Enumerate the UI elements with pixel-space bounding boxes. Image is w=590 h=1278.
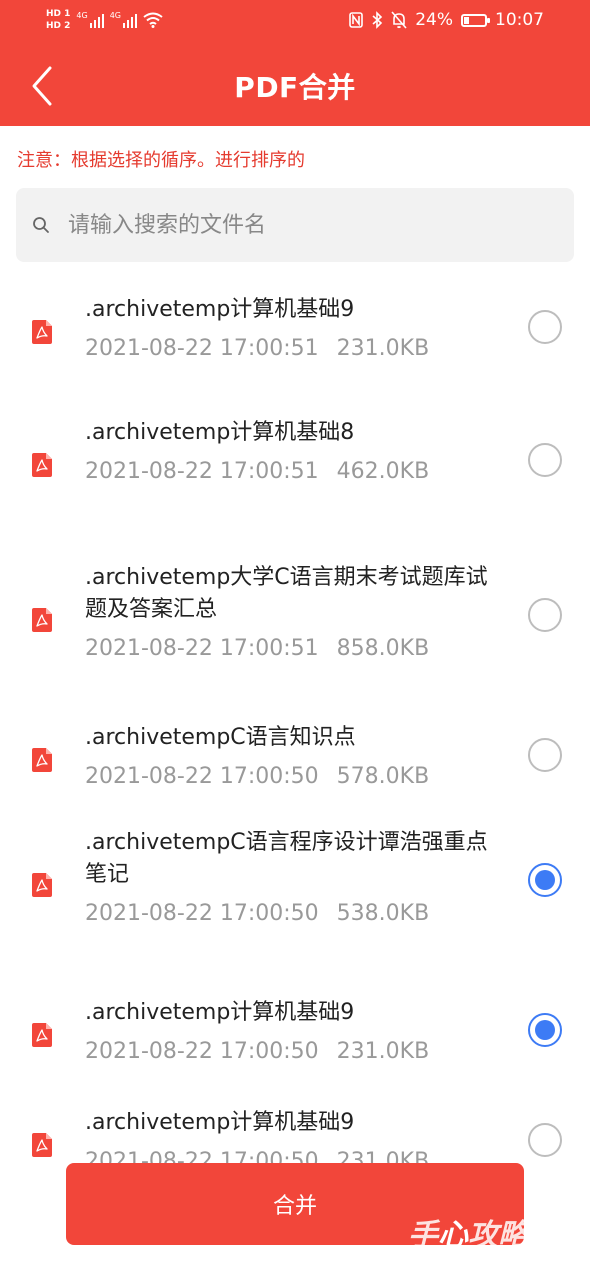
file-date: 2021-08-22 17:00:51 [85, 336, 319, 361]
file-date: 2021-08-22 17:00:51 [85, 636, 319, 661]
file-date: 2021-08-22 17:00:51 [85, 459, 319, 484]
file-size: 231.0KB [336, 336, 430, 361]
signal-type-label: 4G [76, 11, 88, 20]
file-size: 462.0KB [336, 459, 430, 484]
hd1-label: HD 1 [46, 9, 71, 19]
hd-indicator: HD 1 HD 2 [46, 8, 70, 32]
file-meta: 2021-08-22 17:00:50 578.0KB [85, 762, 500, 792]
nfc-icon [349, 12, 364, 28]
file-list-item[interactable]: .archivetempC语言程序设计谭浩强重点笔记 2021-08-22 17… [0, 815, 590, 960]
file-size: 538.0KB [336, 901, 430, 926]
file-list-item[interactable]: .archivetemp大学C语言期末考试题库试题及答案汇总 2021-08-2… [0, 550, 590, 685]
file-list-item[interactable]: .archivetemp计算机基础9 2021-08-22 17:00:50 23… [0, 985, 590, 1095]
page-title: PDF合并 [234, 71, 356, 104]
file-info: .archivetemp大学C语言期末考试题库试题及答案汇总 2021-08-2… [85, 562, 500, 664]
pdf-file-icon [32, 453, 52, 477]
status-bar-right: 24% 10:07 [349, 10, 544, 30]
file-name: .archivetempC语言知识点 [85, 725, 356, 750]
file-size: 231.0KB [336, 1039, 430, 1064]
notice-text: 注意：根据选择的循序。进行排序的 [17, 150, 305, 171]
hd2-label: HD 2 [46, 21, 71, 31]
pdf-file-icon [32, 873, 52, 897]
file-list-item[interactable]: .archivetempC语言知识点 2021-08-22 17:00:50 57… [0, 710, 590, 815]
select-radio[interactable] [528, 310, 562, 344]
file-size: 858.0KB [336, 636, 430, 661]
file-info: .archivetempC语言知识点 2021-08-22 17:00:50 57… [85, 722, 500, 792]
battery-percent: 24% [415, 10, 453, 30]
select-radio[interactable] [528, 443, 562, 477]
pdf-file-icon [32, 320, 52, 344]
watermark-logo: 手心攻略 [408, 1218, 528, 1253]
select-radio[interactable] [528, 863, 562, 897]
file-name: .archivetemp计算机基础9 [85, 1000, 355, 1025]
pdf-file-icon [32, 608, 52, 632]
file-size: 578.0KB [336, 764, 430, 789]
search-icon [33, 217, 49, 233]
file-name: .archivetemp计算机基础9 [85, 1110, 355, 1135]
pdf-file-icon [32, 748, 52, 772]
pdf-file-icon [32, 1023, 52, 1047]
bluetooth-icon [372, 11, 383, 29]
file-list-item[interactable]: .archivetemp计算机基础9 2021-08-22 17:00:51 23… [0, 282, 590, 380]
signal-type-label: 4G [109, 11, 121, 20]
file-meta: 2021-08-22 17:00:50 538.0KB [85, 899, 500, 929]
file-meta: 2021-08-22 17:00:51 462.0KB [85, 457, 500, 487]
select-radio[interactable] [528, 1123, 562, 1157]
file-date: 2021-08-22 17:00:50 [85, 901, 319, 926]
file-name: .archivetempC语言程序设计谭浩强重点笔记 [85, 830, 488, 887]
file-meta: 2021-08-22 17:00:51 858.0KB [85, 634, 500, 664]
file-meta: 2021-08-22 17:00:51 231.0KB [85, 334, 500, 364]
file-info: .archivetempC语言程序设计谭浩强重点笔记 2021-08-22 17… [85, 827, 500, 929]
file-date: 2021-08-22 17:00:50 [85, 1039, 319, 1064]
status-bar: HD 1 HD 2 4G 4G 24% 10:07 [0, 0, 590, 46]
file-info: .archivetemp计算机基础8 2021-08-22 17:00:51 46… [85, 417, 500, 487]
clock: 10:07 [495, 10, 544, 30]
file-meta: 2021-08-22 17:00:50 231.0KB [85, 1037, 500, 1067]
select-radio[interactable] [528, 1013, 562, 1047]
search-bar[interactable] [16, 188, 574, 262]
mute-bell-icon [391, 11, 407, 29]
search-input[interactable] [66, 211, 540, 239]
select-radio[interactable] [528, 598, 562, 632]
file-name: .archivetemp计算机基础8 [85, 420, 355, 445]
battery-icon [461, 13, 490, 27]
file-list-item[interactable]: .archivetemp计算机基础8 2021-08-22 17:00:51 46… [0, 405, 590, 550]
select-radio[interactable] [528, 738, 562, 772]
signal-icon: 4G [110, 12, 137, 28]
wifi-icon [143, 12, 163, 28]
file-info: .archivetemp计算机基础9 2021-08-22 17:00:50 23… [85, 997, 500, 1067]
file-date: 2021-08-22 17:00:50 [85, 764, 319, 789]
file-name: .archivetemp大学C语言期末考试题库试题及答案汇总 [85, 565, 488, 622]
file-info: .archivetemp计算机基础9 2021-08-22 17:00:51 23… [85, 294, 500, 364]
signal-icon: 4G [76, 11, 104, 28]
pdf-file-icon [32, 1133, 52, 1157]
app-header: HD 1 HD 2 4G 4G 24% 10:07 PDF合并 [0, 0, 590, 126]
status-bar-left: HD 1 HD 2 4G 4G [46, 8, 163, 32]
file-name: .archivetemp计算机基础9 [85, 297, 355, 322]
